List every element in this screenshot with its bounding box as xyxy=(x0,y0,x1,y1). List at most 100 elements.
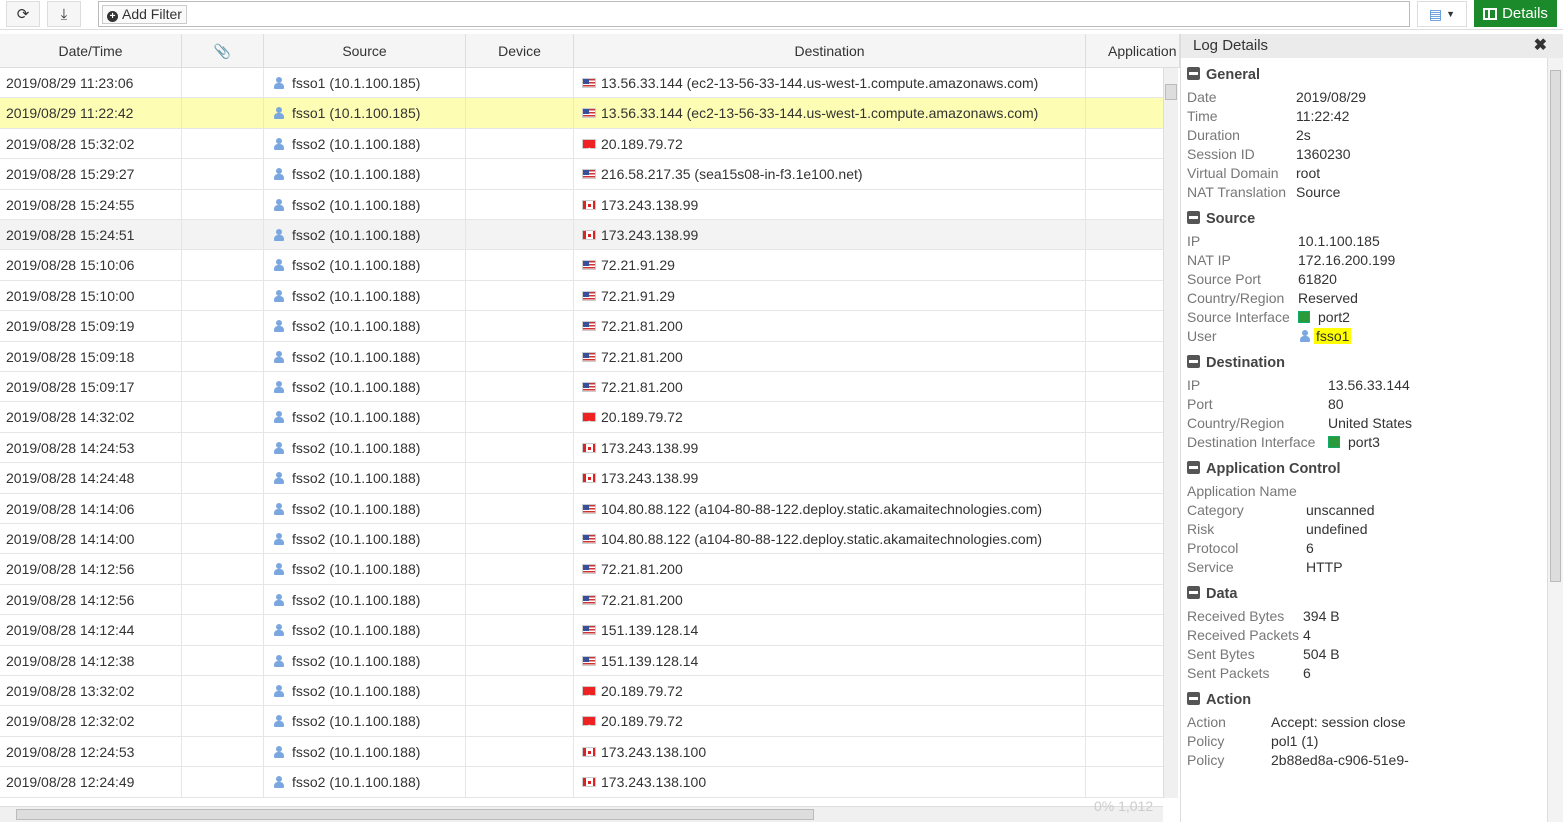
details-button[interactable]: Details xyxy=(1474,0,1557,27)
destination-cell: 151.139.128.14 xyxy=(574,645,1086,676)
table-row[interactable]: 2019/08/28 15:10:00 fsso2 (10.1.100.188) 7… xyxy=(0,280,1163,312)
table-horizontal-scrollbar[interactable] xyxy=(0,806,1163,822)
table-row[interactable]: 2019/08/28 15:09:19 fsso2 (10.1.100.188) 7… xyxy=(0,311,1163,342)
collapse-icon[interactable] xyxy=(1187,692,1200,705)
column-header-destination[interactable]: Destination xyxy=(574,34,1086,68)
scroll-thumb[interactable] xyxy=(16,809,814,820)
filter-input[interactable]: + Add Filter xyxy=(98,1,1410,27)
column-header-datetime[interactable]: Date/Time xyxy=(0,34,182,68)
destination-text: 173.243.138.99 xyxy=(601,439,699,456)
section-title: Destination xyxy=(1206,355,1285,371)
collapse-icon[interactable] xyxy=(1187,355,1200,368)
table-row[interactable]: 2019/08/28 15:24:51 fsso2 (10.1.100.188) 1… xyxy=(0,220,1163,251)
scroll-thumb[interactable] xyxy=(1165,84,1177,100)
detail-value-text: port3 xyxy=(1348,434,1380,450)
country-flag-icon xyxy=(582,78,596,88)
scroll-thumb[interactable] xyxy=(1550,70,1561,582)
table-row[interactable]: 2019/08/28 15:09:18 fsso2 (10.1.100.188) 7… xyxy=(0,341,1163,372)
section-title: Action xyxy=(1206,692,1252,708)
section-destination: Destination IP 13.56.33.144 Port 80 Country/R… xyxy=(1187,352,1547,452)
attachment-cell xyxy=(182,554,264,585)
detail-value-text: undefined xyxy=(1306,521,1368,537)
table-row[interactable]: 2019/08/28 14:24:48 fsso2 (10.1.100.188) 1… xyxy=(0,463,1163,494)
view-options-dropdown[interactable]: ▤ ▼ xyxy=(1417,1,1467,27)
table-row[interactable]: 2019/08/28 15:32:02 fsso2 (10.1.100.188) 2… xyxy=(0,128,1163,160)
application-cell xyxy=(1086,737,1163,767)
detail-label: Destination Interface xyxy=(1187,434,1316,450)
attachment-cell xyxy=(182,432,264,463)
attachment-cell xyxy=(182,372,264,402)
destination-text: 151.139.128.14 xyxy=(601,622,699,639)
close-icon[interactable]: ✖ xyxy=(1534,34,1547,58)
detail-value: 6 xyxy=(1306,539,1314,558)
detail-value: Accept: session close xyxy=(1271,713,1406,732)
refresh-button[interactable]: ⟳ xyxy=(6,1,40,27)
table-row[interactable]: 2019/08/29 11:23:06 fsso1 (10.1.100.185) 1… xyxy=(0,68,1163,99)
add-filter-button[interactable]: + Add Filter xyxy=(102,5,187,24)
datetime-cell: 2019/08/28 14:14:06 xyxy=(0,493,182,524)
table-row[interactable]: 2019/08/28 15:10:06 fsso2 (10.1.100.188) 7… xyxy=(0,250,1163,281)
collapse-icon[interactable] xyxy=(1187,461,1200,474)
download-button[interactable]: ⤓ xyxy=(47,1,81,27)
table-vertical-scrollbar[interactable] xyxy=(1163,68,1178,798)
collapse-icon[interactable] xyxy=(1187,67,1200,80)
table-row[interactable]: 2019/08/28 15:29:27 fsso2 (10.1.100.188) 2… xyxy=(0,159,1163,190)
table-row[interactable]: 2019/08/28 14:14:00 fsso2 (10.1.100.188) 1… xyxy=(0,524,1163,555)
datetime-cell: 2019/08/28 15:09:17 xyxy=(0,372,182,402)
detail-label: Virtual Domain xyxy=(1187,165,1279,181)
table-row[interactable]: 2019/08/28 15:09:17 fsso2 (10.1.100.188) 7… xyxy=(0,372,1163,403)
table-row[interactable]: 2019/08/28 14:12:38 fsso2 (10.1.100.188) 1… xyxy=(0,645,1163,676)
table-row[interactable]: 2019/08/28 12:24:53 fsso2 (10.1.100.188) 1… xyxy=(0,736,1163,768)
detail-label: Protocol xyxy=(1187,540,1239,556)
device-cell xyxy=(466,524,574,554)
section-header[interactable]: Source xyxy=(1187,208,1547,230)
column-header-device[interactable]: Device xyxy=(466,34,574,68)
application-cell xyxy=(1086,159,1163,189)
user-icon xyxy=(274,715,284,728)
table-row[interactable]: 2019/08/28 14:12:56 fsso2 (10.1.100.188) 7… xyxy=(0,584,1163,616)
table-row[interactable]: 2019/08/28 14:24:53 fsso2 (10.1.100.188) 1… xyxy=(0,432,1163,464)
table-row[interactable]: 2019/08/28 12:32:02 fsso2 (10.1.100.188) 2… xyxy=(0,706,1163,737)
destination-text: 104.80.88.122 (a104-80-88-122.deploy.sta… xyxy=(601,500,1043,517)
detail-value: Reserved xyxy=(1298,289,1358,308)
country-flag-icon xyxy=(582,746,596,757)
table-row[interactable]: 2019/08/28 14:32:02 fsso2 (10.1.100.188) 2… xyxy=(0,402,1163,433)
detail-row: Sent Bytes 504 B xyxy=(1187,645,1547,664)
detail-row: Category unscanned xyxy=(1187,501,1547,520)
detail-row: Country/Region United States xyxy=(1187,414,1547,433)
table-row[interactable]: 2019/08/29 11:22:42 fsso1 (10.1.100.185) 1… xyxy=(0,98,1163,129)
collapse-icon[interactable] xyxy=(1187,586,1200,599)
table-row[interactable]: 2019/08/28 14:14:06 fsso2 (10.1.100.188) 1… xyxy=(0,493,1163,524)
detail-row: Duration 2s xyxy=(1187,126,1547,145)
section-header[interactable]: Application Control xyxy=(1187,458,1547,480)
section-header[interactable]: Data xyxy=(1187,583,1547,605)
destination-text: 173.243.138.99 xyxy=(601,196,699,213)
column-header-application[interactable]: Application xyxy=(1086,34,1180,68)
detail-value-text: 2019/08/29 xyxy=(1296,89,1367,105)
table-row[interactable]: 2019/08/28 15:24:55 fsso2 (10.1.100.188) 1… xyxy=(0,189,1163,220)
column-header-attachment[interactable]: 📎 xyxy=(182,34,264,68)
datetime-cell: 2019/08/28 12:24:53 xyxy=(0,736,182,767)
application-cell xyxy=(1086,342,1163,372)
section-header[interactable]: Destination xyxy=(1187,352,1547,374)
user-icon xyxy=(274,593,284,606)
attachment-cell xyxy=(182,493,264,524)
user-icon xyxy=(274,107,284,120)
table-row[interactable]: 2019/08/28 14:12:44 fsso2 (10.1.100.188) 1… xyxy=(0,615,1163,646)
collapse-icon[interactable] xyxy=(1187,211,1200,224)
panel-scrollbar[interactable] xyxy=(1547,58,1563,822)
detail-label: Country/Region xyxy=(1187,290,1285,306)
table-row[interactable]: 2019/08/28 13:32:02 fsso2 (10.1.100.188) 2… xyxy=(0,676,1163,707)
column-header-source[interactable]: Source xyxy=(264,34,466,68)
section-header[interactable]: General xyxy=(1187,64,1547,86)
table-row[interactable]: 2019/08/28 14:12:56 fsso2 (10.1.100.188) 7… xyxy=(0,554,1163,585)
source-text: fsso2 (10.1.100.188) xyxy=(292,774,421,791)
attachment-cell xyxy=(182,341,264,372)
table-row[interactable]: 2019/08/28 12:24:49 fsso2 (10.1.100.188) 1… xyxy=(0,767,1163,798)
destination-text: 173.243.138.99 xyxy=(601,470,699,487)
detail-label: Policy xyxy=(1187,733,1225,749)
detail-label: Session ID xyxy=(1187,146,1255,162)
section-header[interactable]: Action xyxy=(1187,689,1547,711)
country-flag-icon xyxy=(582,321,596,332)
destination-text: 20.189.79.72 xyxy=(601,409,683,426)
